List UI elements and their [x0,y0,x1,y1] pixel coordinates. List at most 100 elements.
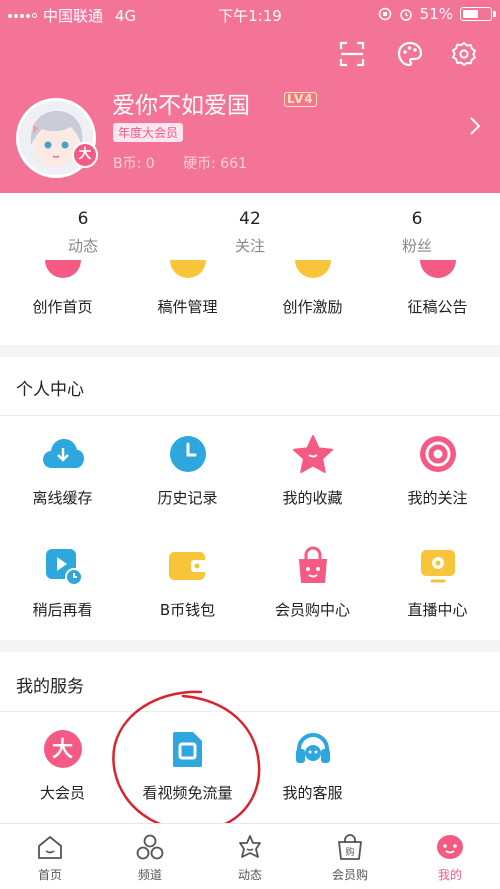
settings-gear-icon[interactable] [450,40,478,68]
tab-member-shop[interactable]: 购 会员购 [300,824,400,889]
stat-fans[interactable]: 6 粉丝 [334,209,500,256]
username: 爱你不如爱国 [112,93,250,119]
history-item[interactable]: 历史记录 [125,431,250,508]
personal-grid-row2: 稍后再看 B币钱包 会员购中心 直播中心 [0,543,500,620]
big-vip-glyph: 大 [52,737,73,761]
headset-icon [295,733,330,763]
item-label: 我的客服 [282,784,343,802]
shopping-bag-icon [298,546,327,583]
orientation-lock-icon [378,7,391,21]
my-following-item[interactable]: 我的关注 [375,431,500,508]
watch-later-icon [45,549,83,586]
item-label: 会员购中心 [274,601,350,619]
incentive-icon [294,260,331,278]
creator-label: 征稿公告 [407,298,468,316]
creator-label: 创作激励 [282,298,343,316]
tab-dynamic[interactable]: 动态 [200,824,300,889]
item-label: 大会员 [39,784,85,802]
creator-home-icon [44,260,81,278]
tab-label: 会员购 [331,868,368,882]
section-title: 我的服务 [16,677,84,697]
vip-tag[interactable]: 年度大会员 [113,123,184,142]
call-for-papers-item[interactable]: 征稿公告 [375,260,500,317]
big-vip-icon: 大 [43,730,82,768]
tab-channel[interactable]: 频道 [100,824,200,889]
tab-label: 动态 [237,868,262,882]
member-shop-center-item[interactable]: 会员购中心 [250,543,375,620]
cloud-download-icon [42,439,84,468]
tab-mine[interactable]: 我的 [400,824,500,889]
profile-header: 中国联通 4G 下午1:19 51% 大 爱你不如爱国 LV4 年度大会员 B币… [0,0,500,193]
customer-service-item[interactable]: 我的客服 [250,726,375,803]
divider [0,711,500,712]
battery-percent: 51% [419,5,453,23]
creator-grid: 创作首页 稿件管理 创作激励 征稿公告 [0,260,500,317]
theme-palette-icon[interactable] [396,40,424,68]
vip-avatar-badge: 大 [72,142,98,168]
tab-label: 我的 [437,868,462,882]
item-label: 历史记录 [157,489,218,507]
status-bar: 中国联通 4G 下午1:19 51% [0,0,500,28]
star-icon [292,435,333,473]
live-center-item[interactable]: 直播中心 [375,543,500,620]
item-label: 稍后再看 [32,601,93,619]
tab-home[interactable]: 首页 [0,824,100,889]
watch-later-item[interactable]: 稍后再看 [0,543,125,620]
bottom-tab-bar: 首页 频道 动态 购 会员购 我的 [0,823,500,889]
bcoin-count: B币: 0 [113,156,155,172]
home-icon [38,836,62,859]
item-label: 我的收藏 [282,489,343,507]
creator-label: 稿件管理 [157,298,218,316]
stat-posts[interactable]: 6 动态 [0,209,166,256]
item-label: 看视频免流量 [142,784,233,802]
chevron-right-icon[interactable] [468,116,482,136]
coin-info: B币: 0 硬币: 661 [113,153,271,173]
stat-number: 6 [411,209,423,229]
alarm-icon [399,9,412,21]
shop-bag-glyph: 购 [345,846,354,858]
bcoin-wallet-item[interactable]: B币钱包 [125,543,250,620]
personal-grid-row1: 离线缓存 历史记录 我的收藏 我的关注 [0,431,500,508]
stat-following[interactable]: 42 关注 [167,209,333,256]
stat-number: 42 [239,209,261,229]
mine-face-icon [437,835,463,859]
empty-cell [375,726,500,803]
level-badge: LV4 [284,92,317,107]
tab-label: 首页 [37,868,62,882]
target-icon [419,436,456,472]
item-label: B币钱包 [159,601,216,619]
stats-card: 6 动态 42 关注 6 粉丝 创作首页 稿件管理 创作激励 征稿公告 [0,193,500,345]
stat-label: 动态 [67,237,98,255]
personal-center-section: 个人中心 离线缓存 历史记录 我的收藏 我的关注 稍后再看 B币钱包 会员购中心… [0,357,500,640]
item-label: 我的关注 [407,489,468,507]
my-services-section: 我的服务 大 大会员 看视频免流量 我的客服 [0,652,500,823]
big-vip-item[interactable]: 大 大会员 [0,726,125,803]
offline-cache-item[interactable]: 离线缓存 [0,431,125,508]
creator-incentive-item[interactable]: 创作激励 [250,260,375,317]
item-label: 直播中心 [407,601,468,619]
creator-home-item[interactable]: 创作首页 [0,260,125,317]
divider [0,415,500,416]
clock-icon [169,436,206,472]
item-label: 离线缓存 [32,489,93,507]
free-data-item[interactable]: 看视频免流量 [125,726,250,803]
dynamic-icon [239,835,261,858]
stat-label: 粉丝 [401,237,432,255]
tab-label: 频道 [137,868,162,882]
manuscript-icon [169,260,206,278]
stat-label: 关注 [234,237,265,255]
coin-count: 硬币: 661 [183,156,248,172]
battery-icon [460,7,496,21]
wallet-icon [168,552,207,580]
services-grid: 大 大会员 看视频免流量 我的客服 [0,726,500,803]
manuscript-manage-item[interactable]: 稿件管理 [125,260,250,317]
stat-number: 6 [77,209,89,229]
shop-bag-icon: 购 [338,834,362,860]
section-title: 个人中心 [16,380,84,400]
announcement-icon [419,260,456,278]
scan-icon[interactable] [338,40,366,68]
favorites-item[interactable]: 我的收藏 [250,431,375,508]
creator-label: 创作首页 [32,298,93,316]
sim-card-icon [172,732,202,767]
channel-icon [136,834,164,860]
